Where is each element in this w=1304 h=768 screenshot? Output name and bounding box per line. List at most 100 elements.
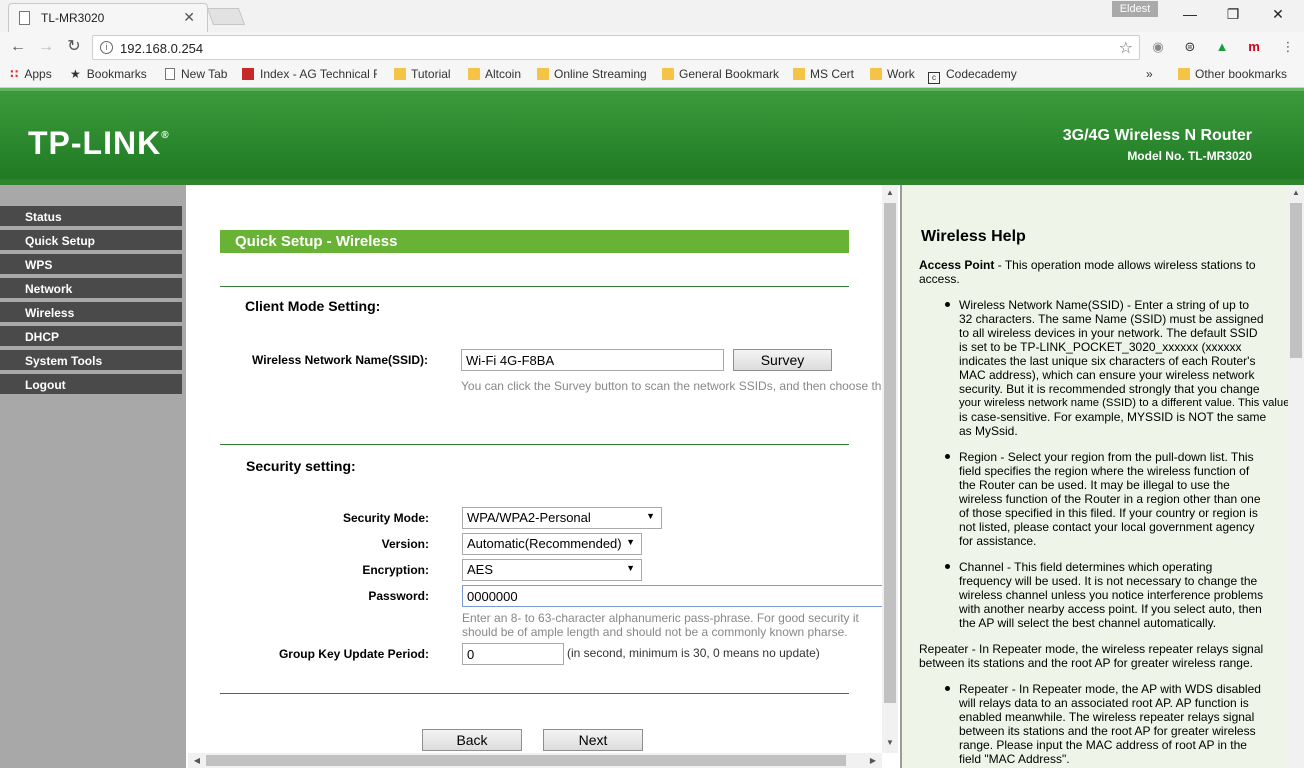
folder-icon	[394, 68, 406, 80]
main-horizontal-scrollbar[interactable]: ◀ ▶	[188, 753, 882, 768]
security-mode-select[interactable]: WPA/WPA2-Personal ▼	[462, 507, 662, 529]
ssid-help: Wireless Network Name(SSID) - Enter a st…	[959, 298, 1288, 438]
encryption-select[interactable]: AES ▼	[462, 559, 642, 581]
menu-item-wireless[interactable]: Wireless	[0, 302, 182, 324]
index-bookmark[interactable]: Index - AG Technical F	[242, 67, 377, 81]
help-scrollbar[interactable]: ▲	[1288, 185, 1304, 768]
main-vertical-scrollbar[interactable]: ▲ ▼	[882, 185, 898, 753]
bullet-icon	[945, 454, 950, 459]
menu-item-logout[interactable]: Logout	[0, 374, 182, 396]
minimize-icon[interactable]: —	[1175, 4, 1205, 24]
profile-badge[interactable]: Eldest	[1112, 1, 1158, 17]
dropdown-caret-icon: ▼	[626, 563, 635, 573]
site-icon	[242, 68, 254, 80]
group-key-label: Group Key Update Period:	[278, 647, 429, 661]
product-name: 3G/4G Wireless N Router	[1062, 127, 1252, 144]
survey-button[interactable]: Survey	[733, 349, 832, 371]
tab-close-icon[interactable]: ✕	[183, 9, 195, 26]
forward-arrow-icon[interactable]: →	[36, 37, 56, 57]
bullet-icon	[945, 564, 950, 569]
back-arrow-icon[interactable]: ←	[8, 37, 28, 57]
version-label: Version:	[381, 537, 429, 551]
scroll-thumb[interactable]	[884, 203, 896, 703]
left-menu: Status Quick Setup WPS Network Wireless …	[0, 185, 186, 768]
bookmark-star-icon[interactable]: ☆	[1119, 38, 1133, 58]
bookmarks-bookmark[interactable]: ★ Bookmarks	[70, 67, 147, 81]
group-key-input[interactable]	[462, 643, 564, 665]
scroll-up-icon[interactable]: ▲	[1288, 185, 1304, 201]
scroll-down-icon[interactable]: ▼	[882, 735, 898, 751]
reload-icon[interactable]: ↻	[64, 37, 84, 57]
scroll-thumb[interactable]	[1290, 203, 1302, 358]
new-tab-button[interactable]	[206, 8, 246, 25]
version-select[interactable]: Automatic(Recommended) ▼	[462, 533, 642, 555]
folder-icon	[870, 68, 882, 80]
model-number: Model No. TL-MR3020	[1127, 149, 1252, 163]
bookmarks-bar: ∷ Apps ★ Bookmarks New Tab Index - AG Tech…	[0, 62, 1304, 88]
bullet-icon	[945, 686, 950, 691]
star-icon: ★	[70, 67, 81, 81]
address-bar[interactable]: i 192.168.0.254 ☆	[92, 35, 1140, 60]
next-button[interactable]: Next	[543, 729, 643, 751]
folder-icon	[793, 68, 805, 80]
divider	[220, 693, 849, 694]
tplink-logo: TP-LINK®	[28, 125, 170, 161]
new-tab-bookmark[interactable]: New Tab	[165, 67, 227, 81]
browser-toolbar: ← → ↻ i 192.168.0.254 ☆ ◉ ⊜ ▲ m ⋮	[0, 32, 1304, 62]
page-icon	[165, 68, 175, 80]
ms-cert-bookmark[interactable]: MS Cert	[793, 67, 854, 81]
ssid-input[interactable]	[461, 349, 724, 371]
menu-item-network[interactable]: Network	[0, 278, 182, 300]
menu-item-wps[interactable]: WPS	[0, 254, 182, 276]
drive-extension-icon[interactable]: ▲	[1212, 37, 1232, 57]
codecademy-bookmark[interactable]: c Codecademy	[928, 67, 1017, 84]
dropdown-caret-icon: ▼	[646, 511, 655, 521]
apps-grid-icon: ∷	[10, 67, 19, 81]
menu-item-quick-setup[interactable]: Quick Setup	[0, 230, 182, 252]
folder-icon	[662, 68, 674, 80]
online-streaming-bookmark[interactable]: Online Streaming	[537, 67, 647, 81]
back-button[interactable]: Back	[422, 729, 522, 751]
menu-item-status[interactable]: Status	[0, 206, 182, 228]
bullet-icon	[945, 302, 950, 307]
page-icon	[19, 11, 30, 25]
ssid-label: Wireless Network Name(SSID):	[252, 353, 428, 367]
work-bookmark[interactable]: Work	[870, 67, 915, 81]
security-mode-label: Security Mode:	[342, 511, 429, 525]
security-heading: Security setting:	[246, 458, 356, 474]
folder-icon	[1178, 68, 1190, 80]
region-help: Region - Select your region from the pul…	[959, 450, 1261, 548]
repeater-help: Repeater - In Repeater mode, the wireles…	[919, 642, 1264, 670]
other-bookmarks[interactable]: Other bookmarks	[1178, 67, 1287, 81]
globe-extension-icon[interactable]: ◉	[1148, 37, 1168, 57]
main-frame: Quick Setup - Wireless Client Mode Setti…	[188, 185, 882, 753]
more-bookmarks-icon[interactable]: »	[1146, 67, 1153, 81]
dropdown-caret-icon: ▼	[626, 537, 635, 547]
codecademy-icon: c	[928, 72, 940, 84]
sync-extension-icon[interactable]: ⊜	[1180, 37, 1200, 57]
m-extension-icon[interactable]: m	[1244, 37, 1264, 57]
menu-item-dhcp[interactable]: DHCP	[0, 326, 182, 348]
group-key-hint: (in second, minimum is 30, 0 means no up…	[567, 646, 820, 660]
router-header: TP-LINK® 3G/4G Wireless N Router Model N…	[0, 88, 1304, 182]
apps-bookmark[interactable]: ∷ Apps	[10, 67, 52, 81]
menu-item-system-tools[interactable]: System Tools	[0, 350, 182, 372]
client-mode-heading: Client Mode Setting:	[245, 298, 381, 314]
tutorial-bookmark[interactable]: Tutorial	[394, 67, 451, 81]
general-bookmark[interactable]: General Bookmark	[662, 67, 779, 81]
scroll-thumb[interactable]	[206, 755, 846, 766]
menu-dots-icon[interactable]: ⋮	[1278, 37, 1298, 57]
info-icon[interactable]: i	[100, 41, 113, 54]
password-label: Password:	[368, 589, 429, 603]
altcoin-bookmark[interactable]: Altcoin	[468, 67, 521, 81]
close-window-icon[interactable]: ✕	[1263, 4, 1293, 24]
browser-tab[interactable]: TL-MR3020 ✕	[8, 3, 208, 32]
restore-icon[interactable]: ❐	[1218, 4, 1248, 24]
page-title: Quick Setup - Wireless	[220, 230, 849, 253]
scroll-up-icon[interactable]: ▲	[882, 185, 898, 201]
scroll-right-icon[interactable]: ▶	[866, 753, 880, 768]
divider	[220, 286, 849, 287]
password-input[interactable]	[462, 585, 882, 607]
url-text[interactable]: 192.168.0.254	[120, 41, 203, 56]
scroll-left-icon[interactable]: ◀	[190, 753, 204, 768]
